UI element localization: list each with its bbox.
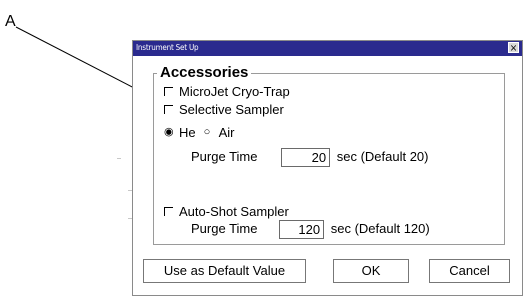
ok-button[interactable]: OK xyxy=(333,259,409,283)
selective-purge-row: Purge Time 20 sec (Default 20) xyxy=(191,148,429,167)
instrument-setup-dialog: Instrument Set Up × Accessories MicroJet… xyxy=(132,40,523,296)
accessories-group-title: Accessories xyxy=(157,65,252,81)
checkbox-selective-sampler[interactable]: Selective Sampler xyxy=(164,102,284,117)
radio-he-label: He xyxy=(179,125,196,140)
autoshot-purge-time-input[interactable]: 120 xyxy=(279,220,325,239)
selective-purge-time-input[interactable]: 20 xyxy=(281,148,331,167)
close-icon[interactable]: × xyxy=(508,42,519,54)
purge-time-label: Purge Time xyxy=(191,148,258,164)
purge-time-label: Purge Time xyxy=(191,220,258,236)
checkbox-box-icon[interactable] xyxy=(164,87,173,97)
radio-air-label: Air xyxy=(218,125,235,140)
background-tick xyxy=(117,158,121,159)
checkbox-label: MicroJet Cryo-Trap xyxy=(179,84,290,99)
radio-air[interactable]: ○ Air xyxy=(204,125,235,140)
use-as-default-button[interactable]: Use as Default Value xyxy=(143,259,306,283)
checkbox-label: Auto-Shot Sampler xyxy=(179,204,289,219)
checkbox-label: Selective Sampler xyxy=(179,102,284,117)
cancel-button[interactable]: Cancel xyxy=(429,259,510,283)
checkbox-microjet-cryo-trap[interactable]: MicroJet Cryo-Trap xyxy=(164,84,290,99)
checkbox-box-icon[interactable] xyxy=(164,207,173,217)
autoshot-purge-row: Purge Time 120 sec (Default 120) xyxy=(191,220,430,239)
checkbox-auto-shot-sampler[interactable]: Auto-Shot Sampler xyxy=(164,204,289,219)
callout-label-a: A xyxy=(5,13,16,30)
radio-unselected-icon[interactable]: ○ xyxy=(204,125,214,140)
checkbox-box-icon[interactable] xyxy=(164,105,173,115)
dialog-title: Instrument Set Up xyxy=(136,43,199,52)
dialog-titlebar[interactable]: Instrument Set Up × xyxy=(133,41,522,56)
purge-time-suffix: sec (Default 20) xyxy=(336,148,429,164)
purge-time-suffix: sec (Default 120) xyxy=(330,220,430,236)
radio-selected-icon[interactable]: ◉ xyxy=(164,125,174,140)
radio-he[interactable]: ◉ He xyxy=(164,125,196,140)
carrier-radio-group: ◉ He ○ Air xyxy=(164,125,235,141)
